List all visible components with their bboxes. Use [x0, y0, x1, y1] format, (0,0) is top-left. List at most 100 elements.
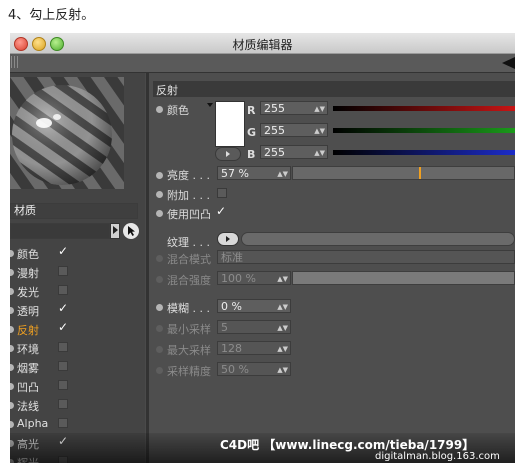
channel-checkbox[interactable]: ✓ [58, 301, 68, 315]
blur-value: 0 % [221, 300, 242, 313]
stepper-icon[interactable]: ▲▼ [314, 102, 325, 116]
blend-strength-slider[interactable] [292, 271, 515, 285]
stepper-icon[interactable]: ▲▼ [277, 363, 288, 377]
triangle-right-icon [226, 236, 230, 242]
color-swatch[interactable] [215, 101, 245, 147]
toolbar [10, 54, 515, 73]
channel-checkbox[interactable] [58, 418, 68, 428]
channel-item[interactable]: 反射 ✓ [10, 320, 78, 337]
color-expand-button[interactable] [215, 147, 241, 161]
blend-mode-select[interactable]: 标准 [217, 250, 515, 264]
collapse-arrow-icon[interactable] [502, 57, 515, 69]
material-preview[interactable] [10, 77, 124, 189]
channel-item[interactable]: 烟雾 [10, 359, 78, 375]
channel-label: 反射 [17, 324, 39, 337]
sample-accuracy-param-dot [156, 367, 163, 374]
dropdown-arrow-button[interactable] [110, 223, 120, 239]
brightness-param-dot[interactable] [156, 172, 163, 179]
channel-checkbox[interactable]: ✓ [58, 244, 68, 258]
channel-label: 漫射 [17, 267, 39, 280]
title-bar: 材质编辑器 [10, 33, 515, 54]
channel-checkbox[interactable] [58, 361, 68, 371]
channel-checkbox[interactable] [58, 266, 68, 276]
texture-slot[interactable] [241, 232, 515, 246]
g-value-field[interactable]: 255 ▲▼ [260, 123, 328, 137]
channel-label: Alpha [17, 417, 49, 430]
preview-sphere-icon [10, 77, 124, 189]
blend-strength-field[interactable]: 100 % ▲▼ [217, 271, 291, 285]
reflection-section-header: 反射 [153, 81, 515, 97]
channel-checkbox[interactable] [58, 399, 68, 409]
grip-icon[interactable] [11, 56, 20, 68]
blur-field[interactable]: 0 % ▲▼ [217, 299, 291, 313]
window-title: 材质编辑器 [232, 38, 293, 52]
b-slider[interactable] [333, 150, 515, 155]
channel-label: 透明 [17, 305, 39, 318]
r-value-field[interactable]: 255 ▲▼ [260, 101, 328, 115]
triangle-right-icon [113, 226, 118, 234]
channel-checkbox[interactable]: ✓ [58, 320, 68, 334]
stepper-icon[interactable]: ▲▼ [277, 300, 288, 314]
channel-item[interactable]: 法线 [10, 397, 78, 413]
blend-strength-label: 混合强度 [167, 274, 211, 287]
b-value: 255 [264, 146, 285, 159]
stepper-icon[interactable]: ▲▼ [277, 342, 288, 356]
max-samples-param-dot [156, 346, 163, 353]
channel-item[interactable]: 漫射 [10, 264, 78, 280]
material-filter-field[interactable] [10, 223, 110, 239]
channel-label: 发光 [17, 286, 39, 299]
channel-label: 烟雾 [17, 362, 39, 375]
blend-mode-param-dot [156, 255, 163, 262]
additive-checkbox[interactable] [217, 188, 227, 198]
color-label: 颜色 [167, 104, 189, 117]
section-title: 反射 [156, 84, 178, 97]
blend-mode-label: 混合模式 [167, 253, 211, 266]
r-slider[interactable] [333, 106, 515, 111]
additive-param-dot[interactable] [156, 191, 163, 198]
max-samples-field[interactable]: 128 ▲▼ [217, 341, 291, 355]
brightness-field[interactable]: 57 % ▲▼ [217, 166, 291, 180]
g-slider[interactable] [333, 128, 515, 133]
channel-checkbox[interactable] [58, 285, 68, 295]
brightness-slider[interactable] [292, 166, 515, 180]
use-bump-checkbox[interactable]: ✓ [216, 204, 226, 218]
b-label: B [247, 148, 256, 161]
r-value: 255 [264, 102, 285, 115]
material-name-field[interactable]: 材质 [10, 203, 138, 219]
channel-checkbox[interactable] [58, 342, 68, 352]
channel-label: 环境 [17, 343, 39, 356]
material-editor-window: 材质编辑器 材质 反射 颜色 R 255 ▲▼ G 255 ▲▼ B 255 ▲… [10, 33, 515, 463]
sample-accuracy-label: 采样精度 [167, 365, 211, 378]
use-bump-param-dot[interactable] [156, 210, 163, 217]
stepper-icon[interactable]: ▲▼ [277, 167, 288, 181]
caption: 4、勾上反射。 [8, 8, 95, 23]
pick-cursor-button[interactable] [123, 223, 139, 239]
channel-item[interactable]: Alpha [10, 416, 78, 432]
brightness-slider-knob[interactable] [419, 167, 421, 179]
b-value-field[interactable]: 255 ▲▼ [260, 145, 328, 159]
min-samples-field[interactable]: 5 ▲▼ [217, 320, 291, 334]
channel-checkbox[interactable] [58, 380, 68, 390]
color-menu-arrow-icon[interactable] [207, 103, 213, 107]
blend-strength-param-dot [156, 276, 163, 283]
texture-menu-button[interactable] [217, 232, 239, 246]
channel-item[interactable]: 凹凸 [10, 378, 78, 394]
sample-accuracy-field[interactable]: 50 % ▲▼ [217, 362, 291, 376]
blur-param-dot[interactable] [156, 304, 163, 311]
channel-item[interactable]: 透明 ✓ [10, 301, 78, 318]
channel-label: 颜色 [17, 248, 39, 261]
stepper-icon[interactable]: ▲▼ [277, 272, 288, 286]
brightness-value: 57 % [221, 167, 249, 180]
channel-item[interactable]: 环境 [10, 340, 78, 356]
blur-label: 模糊 . . . [167, 302, 210, 315]
stepper-icon[interactable]: ▲▼ [314, 124, 325, 138]
color-param-dot[interactable] [156, 106, 163, 113]
stepper-icon[interactable]: ▲▼ [314, 146, 325, 160]
channel-item[interactable]: 发光 [10, 283, 78, 299]
stepper-icon[interactable]: ▲▼ [277, 321, 288, 335]
g-label: G [247, 126, 257, 139]
cursor-icon [128, 226, 135, 236]
additive-label: 附加 . . . [167, 189, 210, 202]
channel-item[interactable]: 颜色 ✓ [10, 244, 78, 261]
r-label: R [247, 104, 256, 117]
